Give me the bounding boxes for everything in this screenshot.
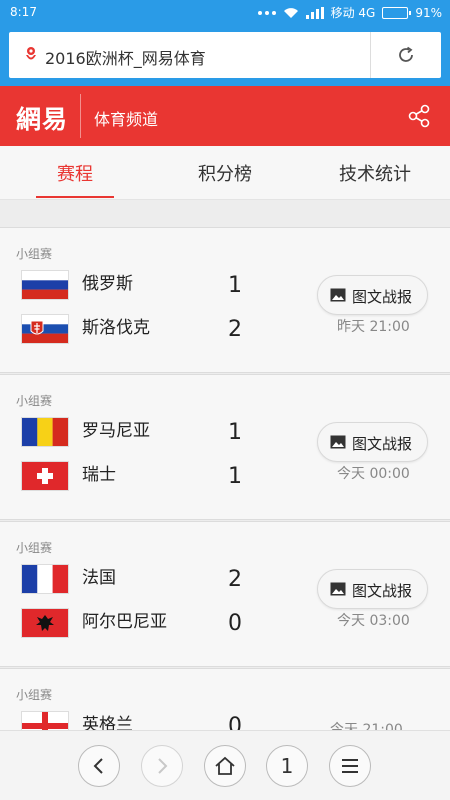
home-team-score: 0 (228, 714, 242, 730)
browser-toolbar: 2016欧洲杯_网易体育 (0, 26, 450, 86)
tab-standings[interactable]: 积分榜 (150, 160, 300, 186)
france-flag-icon (22, 565, 68, 593)
back-button[interactable] (78, 745, 120, 787)
slovakia-flag-icon (22, 315, 68, 343)
channel-title: 体育频道 (94, 110, 159, 129)
away-team-score: 1 (228, 464, 242, 489)
active-tab-indicator (36, 196, 114, 198)
match-card[interactable]: 小组赛 英格兰 0 今天 21:00 (0, 668, 450, 730)
home-team-score: 1 (228, 273, 242, 298)
address-bar-title: 2016欧洲杯_网易体育 (45, 49, 206, 68)
away-team-score: 2 (228, 317, 242, 342)
match-card[interactable]: 小组赛 罗马尼亚 1 瑞士 1 图文战报 今天 00:00 (0, 374, 450, 520)
match-report-button[interactable]: 图文战报 (317, 569, 428, 609)
home-team-score: 1 (228, 420, 242, 445)
image-icon (330, 288, 346, 302)
tab-count: 1 (280, 754, 294, 778)
home-button[interactable] (204, 745, 246, 787)
signal-icon (305, 6, 324, 19)
match-stage: 小组赛 (16, 688, 53, 702)
home-team-name: 罗马尼亚 (82, 421, 150, 441)
match-time: 今天 03:00 (337, 613, 410, 629)
match-time: 昨天 21:00 (337, 319, 410, 335)
england-flag-icon (22, 712, 68, 730)
switzerland-flag-icon (22, 462, 68, 490)
match-card[interactable]: 小组赛 法国 2 阿尔巴尼亚 0 图文战报 今天 03:00 (0, 521, 450, 667)
image-icon (330, 435, 346, 449)
home-team-name: 英格兰 (82, 715, 133, 730)
menu-icon (342, 759, 358, 773)
site-header: 網易 体育频道 (0, 86, 450, 146)
home-team-name: 俄罗斯 (82, 274, 133, 294)
image-icon (330, 582, 346, 596)
menu-button[interactable] (329, 745, 371, 787)
battery-percent: 91% (415, 5, 442, 20)
netease-favicon-icon (26, 47, 36, 60)
address-bar-divider (370, 32, 371, 78)
status-bar: 8:17 移动 4G 91% (0, 0, 450, 26)
carrier-label: 移动 4G (330, 6, 376, 20)
romania-flag-icon (22, 418, 68, 446)
albania-flag-icon (22, 609, 68, 637)
tab-schedule[interactable]: 赛程 (0, 160, 150, 186)
match-report-label: 图文战报 (352, 435, 413, 453)
tab-bar: 赛程 积分榜 技术统计 (0, 146, 450, 200)
share-icon[interactable] (406, 103, 432, 129)
notification-dots-icon (257, 10, 276, 15)
reload-icon[interactable] (396, 45, 416, 65)
russia-flag-icon (22, 271, 68, 299)
home-team-name: 法国 (82, 568, 116, 588)
tabs-button[interactable]: 1 (266, 745, 308, 787)
tab-stats[interactable]: 技术统计 (300, 160, 450, 186)
away-team-score: 0 (228, 611, 242, 636)
match-stage: 小组赛 (16, 541, 53, 555)
netease-logo[interactable]: 網易 (16, 100, 68, 136)
match-report-label: 图文战报 (352, 288, 413, 306)
address-bar[interactable]: 2016欧洲杯_网易体育 (9, 32, 441, 78)
wifi-icon (283, 7, 298, 18)
match-stage: 小组赛 (16, 394, 53, 408)
home-icon (215, 756, 235, 775)
match-time: 今天 21:00 (330, 722, 403, 730)
match-report-button[interactable]: 图文战报 (317, 422, 428, 462)
forward-button[interactable] (141, 745, 183, 787)
match-list: 小组赛 俄罗斯 1 斯洛伐克 2 图文战报 昨天 21:00 小组赛 罗马尼亚 … (0, 200, 450, 730)
match-time: 今天 00:00 (337, 466, 410, 482)
status-time: 8:17 (10, 5, 37, 19)
match-report-label: 图文战报 (352, 582, 413, 600)
match-stage: 小组赛 (16, 247, 53, 261)
match-report-button[interactable]: 图文战报 (317, 275, 428, 315)
battery-icon (382, 6, 412, 19)
match-card[interactable]: 小组赛 俄罗斯 1 斯洛伐克 2 图文战报 昨天 21:00 (0, 227, 450, 373)
away-team-name: 阿尔巴尼亚 (82, 612, 167, 632)
browser-bottom-bar: 1 (0, 730, 450, 800)
away-team-name: 瑞士 (82, 465, 116, 485)
header-divider (80, 94, 81, 138)
home-team-score: 2 (228, 567, 242, 592)
chevron-left-icon (93, 758, 103, 774)
chevron-right-icon (158, 758, 168, 774)
away-team-name: 斯洛伐克 (82, 318, 150, 338)
